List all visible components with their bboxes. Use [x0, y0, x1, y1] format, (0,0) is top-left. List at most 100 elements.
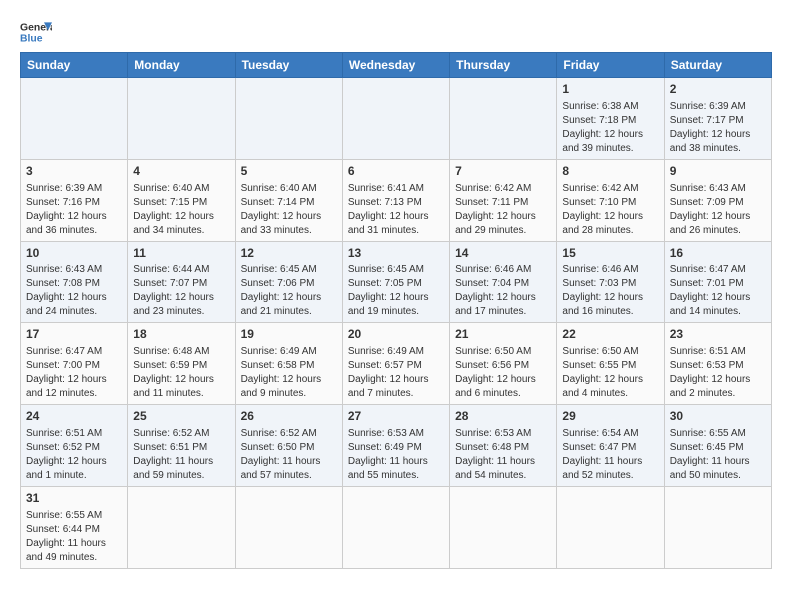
day-cell: 11Sunrise: 6:44 AM Sunset: 7:07 PM Dayli… — [128, 241, 235, 323]
day-cell: 7 Sunrise: 6:42 AM Sunset: 7:11 PM Daylig… — [450, 159, 557, 241]
day-info: Sunrise: 6:53 AM Sunset: 6:49 PM Dayligh… — [348, 427, 444, 483]
logo: General Blue — [20, 16, 52, 48]
day-number: 31 — [26, 490, 122, 507]
day-number: 28 — [455, 408, 551, 425]
day-cell — [450, 486, 557, 568]
day-cell — [664, 486, 771, 568]
day-info: Sunrise: 6:49 AM Sunset: 6:57 PM Dayligh… — [348, 345, 444, 401]
day-cell: 13Sunrise: 6:45 AM Sunset: 7:05 PM Dayli… — [342, 241, 449, 323]
day-number: 2 — [670, 81, 766, 98]
day-number: 13 — [348, 245, 444, 262]
day-info: Sunrise: 6:46 AM Sunset: 7:04 PM Dayligh… — [455, 263, 551, 319]
header-cell-monday: Monday — [128, 53, 235, 78]
day-info: Sunrise: 6:55 AM Sunset: 6:45 PM Dayligh… — [670, 427, 766, 483]
day-cell: 9Sunrise: 6:43 AM Sunset: 7:09 PM Daylig… — [664, 159, 771, 241]
day-number: 4 — [133, 163, 229, 180]
day-number: 18 — [133, 326, 229, 343]
day-info: Sunrise: 6:47 AM Sunset: 7:00 PM Dayligh… — [26, 345, 122, 401]
day-cell: 3Sunrise: 6:39 AM Sunset: 7:16 PM Daylig… — [21, 159, 128, 241]
header-cell-saturday: Saturday — [664, 53, 771, 78]
day-cell: 1 Sunrise: 6:38 AM Sunset: 7:18 PM Daylig… — [557, 78, 664, 160]
day-cell: 28 Sunrise: 6:53 AM Sunset: 6:48 PM Dayli… — [450, 405, 557, 487]
day-cell: 31 Sunrise: 6:55 AM Sunset: 6:44 PM Dayli… — [21, 486, 128, 568]
day-number: 21 — [455, 326, 551, 343]
day-cell — [557, 486, 664, 568]
day-info: Sunrise: 6:39 AM Sunset: 7:17 PM Dayligh… — [670, 100, 766, 156]
day-number: 20 — [348, 326, 444, 343]
day-cell — [342, 486, 449, 568]
day-cell: 26Sunrise: 6:52 AM Sunset: 6:50 PM Dayli… — [235, 405, 342, 487]
day-cell — [342, 78, 449, 160]
day-cell — [128, 486, 235, 568]
day-cell: 18 Sunrise: 6:48 AM Sunset: 6:59 PM Dayli… — [128, 323, 235, 405]
day-info: Sunrise: 6:42 AM Sunset: 7:10 PM Dayligh… — [562, 182, 658, 238]
day-number: 16 — [670, 245, 766, 262]
day-info: Sunrise: 6:50 AM Sunset: 6:56 PM Dayligh… — [455, 345, 551, 401]
day-info: Sunrise: 6:48 AM Sunset: 6:59 PM Dayligh… — [133, 345, 229, 401]
day-number: 8 — [562, 163, 658, 180]
day-cell: 2 Sunrise: 6:39 AM Sunset: 7:17 PM Daylig… — [664, 78, 771, 160]
day-cell: 30 Sunrise: 6:55 AM Sunset: 6:45 PM Dayli… — [664, 405, 771, 487]
header: General Blue — [20, 16, 772, 48]
day-number: 25 — [133, 408, 229, 425]
day-info: Sunrise: 6:44 AM Sunset: 7:07 PM Dayligh… — [133, 263, 229, 319]
day-cell — [450, 78, 557, 160]
day-info: Sunrise: 6:47 AM Sunset: 7:01 PM Dayligh… — [670, 263, 766, 319]
day-info: Sunrise: 6:54 AM Sunset: 6:47 PM Dayligh… — [562, 427, 658, 483]
day-number: 7 — [455, 163, 551, 180]
day-cell: 10Sunrise: 6:43 AM Sunset: 7:08 PM Dayli… — [21, 241, 128, 323]
week-row-5: 24Sunrise: 6:51 AM Sunset: 6:52 PM Dayli… — [21, 405, 772, 487]
day-info: Sunrise: 6:55 AM Sunset: 6:44 PM Dayligh… — [26, 509, 122, 565]
day-info: Sunrise: 6:45 AM Sunset: 7:05 PM Dayligh… — [348, 263, 444, 319]
header-cell-friday: Friday — [557, 53, 664, 78]
day-info: Sunrise: 6:38 AM Sunset: 7:18 PM Dayligh… — [562, 100, 658, 156]
day-cell: 20 Sunrise: 6:49 AM Sunset: 6:57 PM Dayli… — [342, 323, 449, 405]
day-number: 30 — [670, 408, 766, 425]
logo-icon: General Blue — [20, 16, 52, 48]
day-info: Sunrise: 6:42 AM Sunset: 7:11 PM Dayligh… — [455, 182, 551, 238]
day-info: Sunrise: 6:43 AM Sunset: 7:08 PM Dayligh… — [26, 263, 122, 319]
day-cell: 27 Sunrise: 6:53 AM Sunset: 6:49 PM Dayli… — [342, 405, 449, 487]
day-cell: 23 Sunrise: 6:51 AM Sunset: 6:53 PM Dayli… — [664, 323, 771, 405]
header-cell-thursday: Thursday — [450, 53, 557, 78]
day-number: 6 — [348, 163, 444, 180]
day-cell: 5Sunrise: 6:40 AM Sunset: 7:14 PM Daylig… — [235, 159, 342, 241]
day-cell: 6 Sunrise: 6:41 AM Sunset: 7:13 PM Daylig… — [342, 159, 449, 241]
day-cell — [128, 78, 235, 160]
day-info: Sunrise: 6:45 AM Sunset: 7:06 PM Dayligh… — [241, 263, 337, 319]
day-info: Sunrise: 6:40 AM Sunset: 7:15 PM Dayligh… — [133, 182, 229, 238]
day-cell — [21, 78, 128, 160]
day-cell — [235, 78, 342, 160]
header-cell-sunday: Sunday — [21, 53, 128, 78]
day-cell — [235, 486, 342, 568]
day-info: Sunrise: 6:50 AM Sunset: 6:55 PM Dayligh… — [562, 345, 658, 401]
day-cell: 25Sunrise: 6:52 AM Sunset: 6:51 PM Dayli… — [128, 405, 235, 487]
week-row-6: 31 Sunrise: 6:55 AM Sunset: 6:44 PM Dayli… — [21, 486, 772, 568]
day-cell: 12Sunrise: 6:45 AM Sunset: 7:06 PM Dayli… — [235, 241, 342, 323]
day-number: 23 — [670, 326, 766, 343]
day-number: 1 — [562, 81, 658, 98]
day-info: Sunrise: 6:41 AM Sunset: 7:13 PM Dayligh… — [348, 182, 444, 238]
day-number: 9 — [670, 163, 766, 180]
week-row-2: 3Sunrise: 6:39 AM Sunset: 7:16 PM Daylig… — [21, 159, 772, 241]
day-info: Sunrise: 6:51 AM Sunset: 6:53 PM Dayligh… — [670, 345, 766, 401]
day-info: Sunrise: 6:53 AM Sunset: 6:48 PM Dayligh… — [455, 427, 551, 483]
day-number: 19 — [241, 326, 337, 343]
header-cell-wednesday: Wednesday — [342, 53, 449, 78]
calendar-body: 1 Sunrise: 6:38 AM Sunset: 7:18 PM Daylig… — [21, 78, 772, 569]
calendar-header: SundayMondayTuesdayWednesdayThursdayFrid… — [21, 53, 772, 78]
day-number: 29 — [562, 408, 658, 425]
day-number: 27 — [348, 408, 444, 425]
day-info: Sunrise: 6:39 AM Sunset: 7:16 PM Dayligh… — [26, 182, 122, 238]
day-number: 12 — [241, 245, 337, 262]
day-number: 5 — [241, 163, 337, 180]
day-cell: 19Sunrise: 6:49 AM Sunset: 6:58 PM Dayli… — [235, 323, 342, 405]
day-cell: 29 Sunrise: 6:54 AM Sunset: 6:47 PM Dayli… — [557, 405, 664, 487]
day-number: 26 — [241, 408, 337, 425]
day-info: Sunrise: 6:46 AM Sunset: 7:03 PM Dayligh… — [562, 263, 658, 319]
day-cell: 21 Sunrise: 6:50 AM Sunset: 6:56 PM Dayli… — [450, 323, 557, 405]
day-number: 10 — [26, 245, 122, 262]
day-cell: 17Sunrise: 6:47 AM Sunset: 7:00 PM Dayli… — [21, 323, 128, 405]
header-row: SundayMondayTuesdayWednesdayThursdayFrid… — [21, 53, 772, 78]
day-number: 24 — [26, 408, 122, 425]
